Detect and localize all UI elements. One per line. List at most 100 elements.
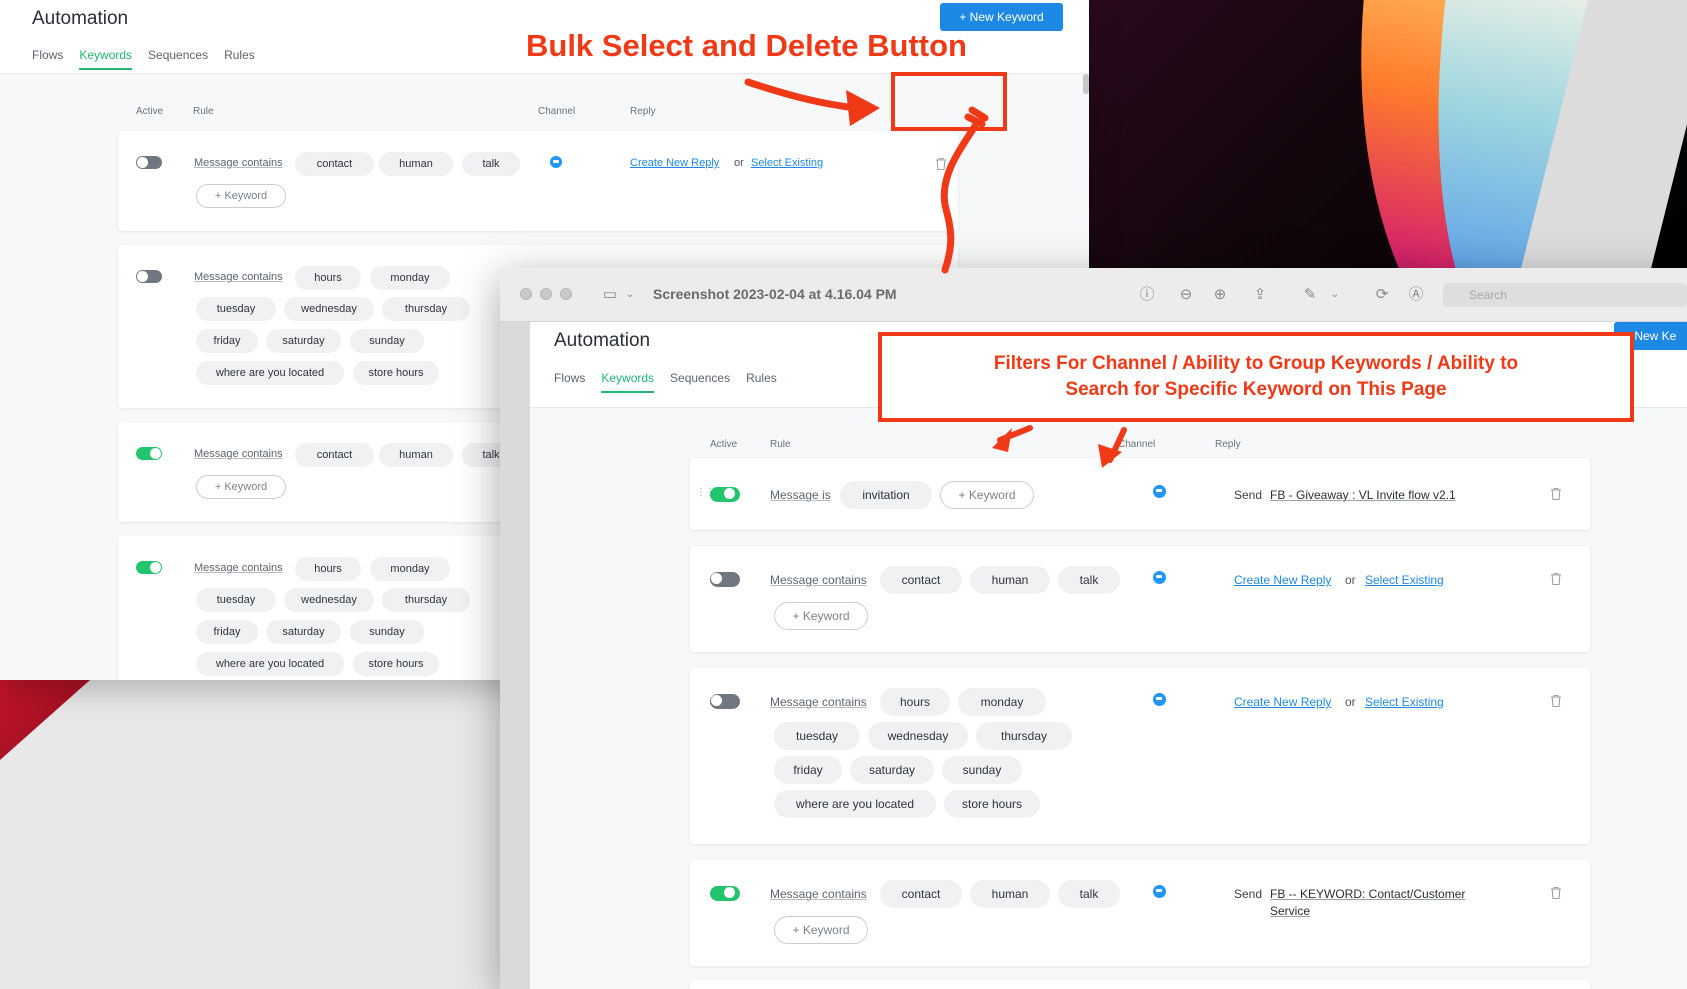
add-keyword-button[interactable]: + Keyword: [774, 916, 868, 944]
active-toggle[interactable]: [710, 487, 740, 502]
keyword-chip: saturday: [850, 756, 934, 784]
annotation-filters-line2: Search for Specific Keyword on This Page: [1065, 379, 1447, 400]
select-existing-link[interactable]: Select Existing: [751, 157, 823, 169]
add-keyword-button[interactable]: + Keyword: [196, 184, 286, 208]
tab-flows[interactable]: Flows: [554, 371, 585, 393]
annotation-bulk-box: [891, 72, 1007, 131]
keyword-chip: hours: [295, 266, 361, 290]
select-existing-link[interactable]: Select Existing: [1365, 573, 1444, 587]
share-icon[interactable]: ⇪: [1250, 285, 1270, 305]
channel-messenger-icon: [1153, 885, 1166, 898]
trash-icon[interactable]: [1550, 886, 1562, 900]
keyword-chip: contact: [880, 566, 962, 594]
keyword-chip: saturday: [266, 620, 341, 644]
reply-send-label: Send: [1234, 488, 1263, 502]
preview-titlebar: ▭ ⌄ Screenshot 2023-02-04 at 4.16.04 PM …: [500, 268, 1687, 322]
window-title: Screenshot 2023-02-04 at 4.16.04 PM: [653, 286, 897, 302]
active-toggle[interactable]: [136, 447, 162, 460]
active-toggle[interactable]: [710, 572, 740, 587]
annotate-icon[interactable]: Ⓐ: [1406, 285, 1426, 305]
chevron-down-icon[interactable]: ⌄: [620, 285, 640, 305]
active-toggle[interactable]: [136, 561, 162, 574]
keyword-chip: where are you located: [196, 652, 344, 676]
trash-icon[interactable]: [1550, 572, 1562, 586]
markup-icon[interactable]: ✎: [1300, 285, 1320, 305]
keyword-chip: friday: [196, 329, 258, 353]
col-channel: Channel: [538, 106, 576, 117]
active-toggle[interactable]: [710, 694, 740, 709]
create-new-reply-link[interactable]: Create New Reply: [1234, 695, 1331, 709]
rule-type[interactable]: Message contains: [770, 573, 867, 587]
new-keyword-button[interactable]: + New Keyword: [940, 3, 1063, 31]
keyword-chip: wednesday: [284, 297, 374, 321]
rule-type[interactable]: Message contains: [194, 157, 283, 169]
keyword-chip: tuesday: [196, 297, 276, 321]
keyword-chip: human: [379, 152, 453, 176]
rule-type[interactable]: Message is: [770, 488, 831, 502]
tab-rules[interactable]: Rules: [746, 371, 777, 393]
rotate-icon[interactable]: ⟳: [1372, 285, 1392, 305]
keyword-chip: human: [379, 443, 453, 467]
zoom-in-icon[interactable]: ⊕: [1210, 285, 1230, 305]
rule-type[interactable]: Message contains: [194, 448, 283, 460]
keyword-chip: sunday: [350, 329, 424, 353]
add-keyword-button[interactable]: + Keyword: [774, 602, 868, 630]
rule-type[interactable]: Message contains: [770, 887, 867, 901]
channel-messenger-icon: [1153, 485, 1166, 498]
create-new-reply-link[interactable]: Create New Reply: [630, 157, 719, 169]
select-existing-link[interactable]: Select Existing: [1365, 695, 1444, 709]
col-reply: Reply: [1215, 439, 1241, 450]
info-icon[interactable]: ⓘ: [1137, 285, 1157, 305]
tab-sequences[interactable]: Sequences: [148, 48, 208, 70]
active-toggle[interactable]: [136, 270, 162, 283]
zoom-out-icon[interactable]: ⊖: [1176, 285, 1196, 305]
keyword-chip: wednesday: [868, 722, 968, 750]
add-keyword-button[interactable]: + Keyword: [196, 475, 286, 499]
rule-type[interactable]: Message contains: [770, 695, 867, 709]
reply-flow-link[interactable]: FB -- KEYWORD: Contact/Customer: [1270, 887, 1465, 901]
keyword-chip: talk: [1058, 880, 1120, 908]
page-title: Automation: [32, 8, 129, 29]
keyword-chip: thursday: [382, 588, 470, 612]
keyword-chip: human: [970, 566, 1050, 594]
reply-flow-link-continued[interactable]: Service: [1270, 904, 1310, 918]
sidebar-toggle-icon[interactable]: ▭: [600, 285, 620, 305]
close-window-button[interactable]: [520, 288, 532, 300]
keyword-chip: sunday: [942, 756, 1022, 784]
chevron-down-icon[interactable]: ⌄: [1325, 285, 1345, 305]
keyword-chip: thursday: [382, 297, 470, 321]
keyword-chip: tuesday: [774, 722, 860, 750]
channel-messenger-icon: [550, 156, 562, 168]
active-toggle[interactable]: [710, 886, 740, 901]
reply-flow-link[interactable]: FB - Giveaway : VL Invite flow v2.1: [1270, 488, 1456, 502]
keyword-rule-card: Message contains contact human talk + Ke…: [690, 546, 1590, 652]
search-input[interactable]: Search: [1443, 283, 1687, 307]
keyword-chip: human: [970, 880, 1050, 908]
col-active: Active: [136, 106, 164, 117]
keyword-chip: tuesday: [196, 588, 276, 612]
trash-icon[interactable]: [1550, 487, 1562, 501]
add-keyword-button[interactable]: + Keyword: [940, 481, 1034, 509]
tab-keywords[interactable]: Keywords: [79, 48, 133, 70]
rule-type[interactable]: Message contains: [194, 271, 283, 283]
keyword-chip: hours: [880, 688, 950, 716]
trash-icon[interactable]: [1550, 694, 1562, 708]
or-label: or: [1345, 695, 1356, 709]
trash-icon[interactable]: [935, 157, 947, 171]
tab-keywords[interactable]: Keywords: [601, 371, 655, 393]
tab-sequences[interactable]: Sequences: [670, 371, 730, 393]
keyword-chip: saturday: [266, 329, 341, 353]
minimize-window-button[interactable]: [540, 288, 552, 300]
keyword-chip: monday: [958, 688, 1046, 716]
scrollbar-thumb[interactable]: [1083, 74, 1089, 94]
col-rule: Rule: [770, 439, 791, 450]
preview-sidebar: [500, 322, 530, 989]
zoom-window-button[interactable]: [560, 288, 572, 300]
rule-type[interactable]: Message contains: [194, 562, 283, 574]
active-toggle[interactable]: [136, 156, 162, 169]
tab-flows[interactable]: Flows: [32, 48, 63, 70]
back-tabs: Flows Keywords Sequences Rules: [32, 48, 255, 70]
tab-rules[interactable]: Rules: [224, 48, 255, 70]
keyword-chip: contact: [295, 443, 374, 467]
create-new-reply-link[interactable]: Create New Reply: [1234, 573, 1331, 587]
